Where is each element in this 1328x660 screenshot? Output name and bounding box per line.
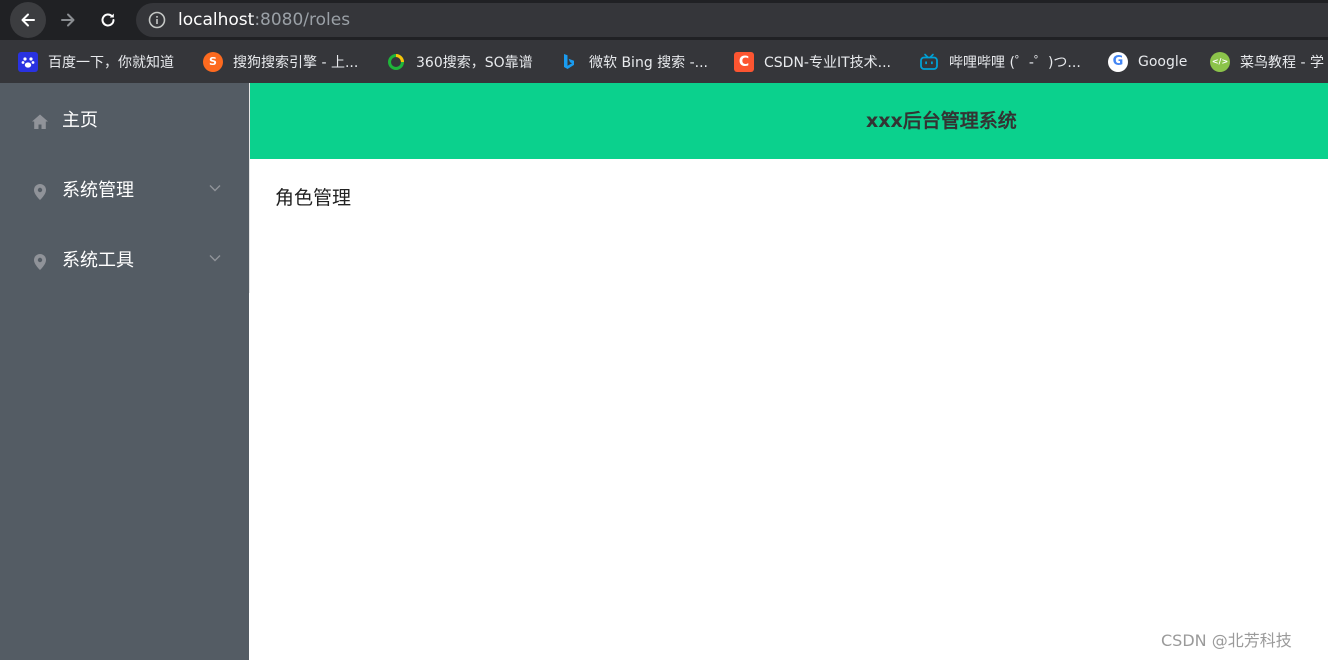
google-icon: G (1108, 51, 1128, 72)
url-host: localhost (178, 10, 255, 30)
bookmark-bing[interactable]: 微软 Bing 搜索 -... (559, 40, 708, 83)
chevron-down-icon (209, 185, 221, 192)
sidebar-item-label: 主页 (62, 110, 98, 131)
bing-icon (559, 52, 579, 72)
runoob-icon: </> (1210, 51, 1230, 72)
home-icon (32, 114, 48, 129)
bookmark-csdn[interactable]: C CSDN-专业IT技术... (734, 40, 891, 83)
url-path: :8080/roles (254, 10, 351, 30)
sidebar-item-system-tools[interactable]: 系统工具 (0, 226, 249, 296)
bookmark-label: 菜鸟教程 - 学 (1240, 54, 1324, 71)
info-icon (148, 11, 166, 29)
bookmark-label: Google (1138, 53, 1188, 70)
bookmark-label: CSDN-专业IT技术... (764, 54, 891, 71)
back-button[interactable] (10, 2, 46, 38)
sidebar-item-system-management[interactable]: 系统管理 (0, 156, 249, 226)
location-pin-icon (34, 184, 46, 200)
sidebar-item-home[interactable]: 主页 (0, 86, 249, 156)
arrow-right-icon (61, 13, 75, 27)
bookmark-runoob[interactable]: </> 菜鸟教程 - 学 (1210, 40, 1324, 83)
address-bar[interactable]: localhost:8080/roles (136, 3, 1328, 37)
bookmark-google[interactable]: G Google (1108, 40, 1187, 83)
forward-button[interactable] (50, 2, 86, 38)
bookmark-label: 搜狗搜索引擎 - 上... (233, 54, 359, 71)
sidebar-item-label: 系统工具 (62, 250, 134, 271)
csdn-icon: C (734, 51, 754, 72)
bookmark-baidu[interactable]: 百度一下，你就知道 (18, 40, 174, 83)
bookmark-bilibili[interactable]: 哔哩哔哩 (゜-゜)つ... (919, 40, 1081, 83)
location-pin-icon (34, 254, 46, 270)
360-search-icon (386, 52, 406, 72)
bookmarks-bar: 百度一下，你就知道 S 搜狗搜索引擎 - 上... 360搜索，SO靠谱 微软 … (0, 40, 1328, 83)
watermark: CSDN @北芳科技 (1161, 631, 1292, 650)
baidu-paw-icon (18, 51, 38, 72)
reload-button[interactable] (90, 2, 126, 38)
browser-toolbar: localhost:8080/roles (0, 0, 1328, 40)
app-header: xxx后台管理系统 (250, 83, 1328, 159)
url-text: localhost:8080/roles (178, 9, 350, 31)
sidebar-menu: 主页 系统管理 系统工具 (0, 83, 249, 660)
page-title: 角色管理 (275, 187, 352, 209)
bookmark-360[interactable]: 360搜索，SO靠谱 (386, 40, 533, 83)
bilibili-icon (919, 52, 939, 72)
bookmark-sogou[interactable]: S 搜狗搜索引擎 - 上... (203, 40, 358, 83)
header-title: xxx后台管理系统 (866, 110, 1017, 132)
bookmark-label: 哔哩哔哩 (゜-゜)つ... (949, 54, 1081, 71)
bookmark-label: 360搜索，SO靠谱 (416, 54, 533, 71)
bookmark-label: 百度一下，你就知道 (48, 54, 174, 71)
chevron-down-icon (209, 255, 221, 262)
sogou-icon: S (203, 51, 223, 72)
sidebar-item-label: 系统管理 (62, 180, 134, 201)
reload-icon (101, 13, 115, 27)
arrow-left-icon (21, 13, 35, 27)
bookmark-label: 微软 Bing 搜索 -... (589, 54, 709, 71)
